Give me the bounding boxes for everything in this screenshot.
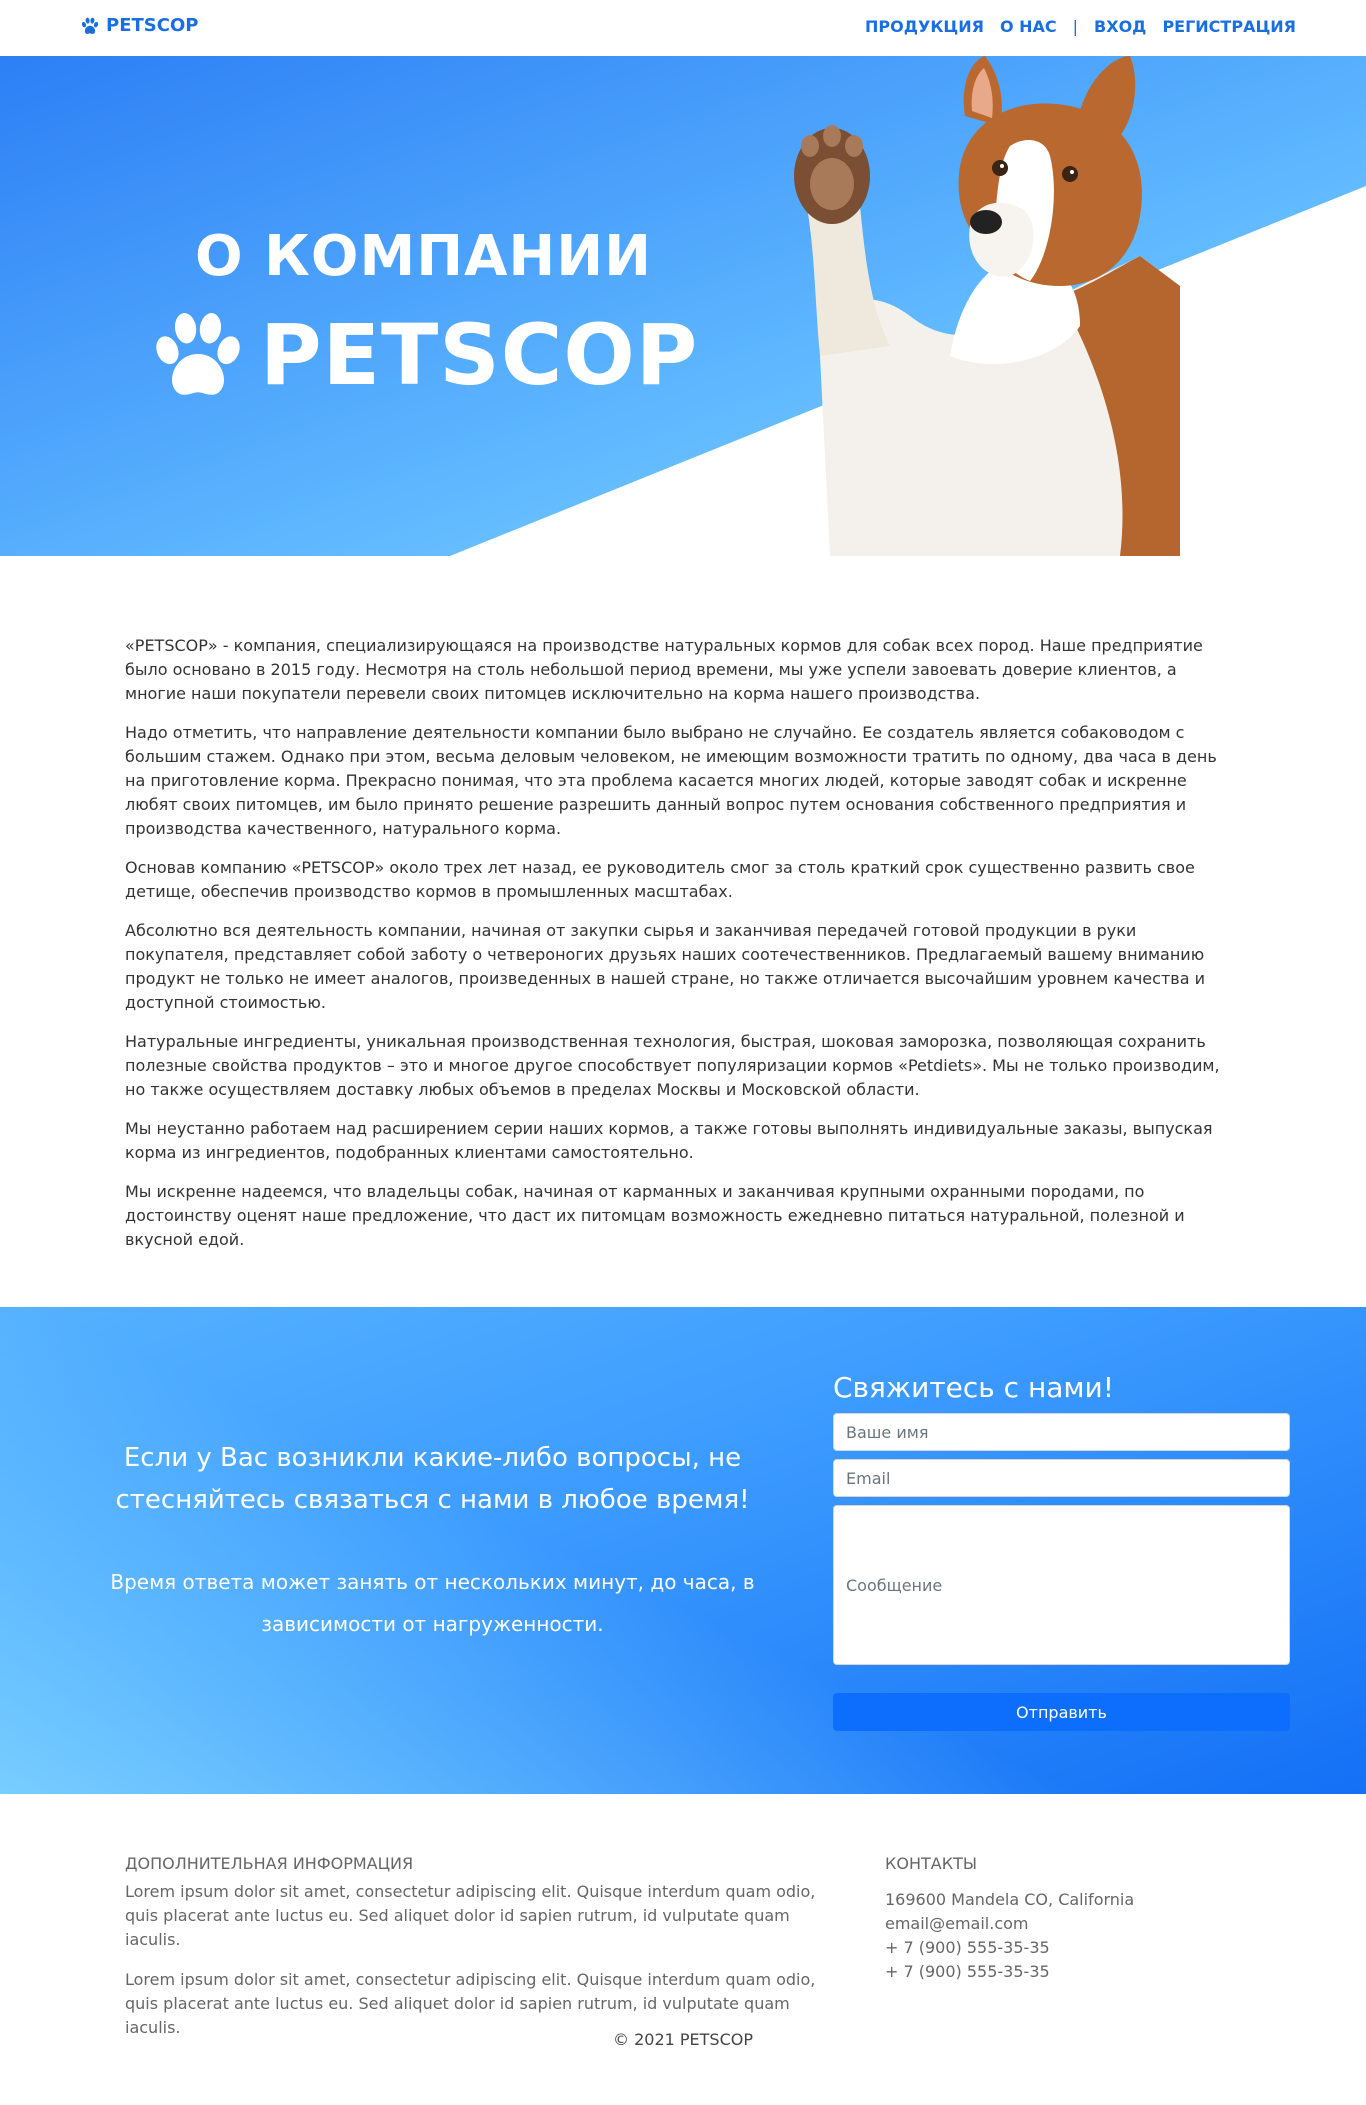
contact-info: Если у Вас возникли какие-либо вопросы, …: [100, 1437, 765, 1645]
contact-address: 169600 Mandela CO, California: [885, 1890, 1135, 1909]
paw-icon: [81, 17, 99, 34]
navbar: PETSCOP ПРОДУКЦИЯ О НАС | ВХОД РЕГИСТРАЦ…: [0, 0, 1366, 56]
brand-name: PETSCOP: [106, 15, 199, 36]
name-input[interactable]: Ваше имя: [833, 1413, 1290, 1451]
brand-logo[interactable]: PETSCOP: [80, 15, 198, 36]
about-paragraph: Надо отметить, что направление деятельно…: [125, 723, 1217, 838]
nav-login[interactable]: ВХОД: [1094, 17, 1146, 36]
about-paragraph: Натуральные ингредиенты, уникальная прои…: [125, 1032, 1220, 1099]
nav-about[interactable]: О НАС: [1000, 17, 1057, 36]
contact-phone[interactable]: + 7 (900) 555-35-35: [885, 1960, 1215, 1984]
submit-button[interactable]: Отправить: [833, 1693, 1290, 1731]
contact-form-title: Свяжитесь с нами!: [833, 1371, 1114, 1404]
copyright: © 2021 PETSCOP: [613, 2030, 753, 2049]
contact-section: Если у Вас возникли какие-либо вопросы, …: [0, 1307, 1366, 1794]
contact-email[interactable]: email@email.com: [885, 1912, 1215, 1936]
paw-icon: [156, 313, 240, 395]
message-textarea[interactable]: Сообщение: [833, 1505, 1290, 1665]
about-paragraph: Мы неустанно работаем над расширением се…: [125, 1119, 1213, 1162]
footer-contacts-heading: КОНТАКТЫ: [885, 1854, 977, 1873]
about-paragraph: Мы искренне надеемся, что владельцы соба…: [125, 1182, 1185, 1249]
name-placeholder: Ваше имя: [846, 1422, 929, 1442]
hero-banner: О КОМПАНИИ PETSCOP: [0, 56, 1366, 556]
nav-products[interactable]: ПРОДУКЦИЯ: [865, 17, 984, 36]
email-placeholder: Email: [846, 1468, 891, 1488]
dog-photo: [794, 56, 1180, 556]
main-nav: ПРОДУКЦИЯ О НАС | ВХОД РЕГИСТРАЦИЯ: [865, 17, 1296, 36]
about-paragraph: Основав компанию «PETSCOP» около трех ле…: [125, 858, 1195, 901]
hero-brand: PETSCOP: [150, 306, 698, 404]
contact-lead: Если у Вас возникли какие-либо вопросы, …: [115, 1443, 750, 1515]
hero-brand-name: PETSCOP: [260, 306, 699, 404]
hero-title: О КОМПАНИИ: [195, 224, 653, 289]
contact-response-time: Время ответа может занять от нескольких …: [110, 1570, 755, 1636]
footer-info-heading: ДОПОЛНИТЕЛЬНАЯ ИНФОРМАЦИЯ: [125, 1854, 414, 1873]
nav-register[interactable]: РЕГИСТРАЦИЯ: [1162, 17, 1296, 36]
footer-info: ДОПОЛНИТЕЛЬНАЯ ИНФОРМАЦИЯ Lorem ipsum do…: [125, 1852, 835, 2056]
footer-info-paragraph: Lorem ipsum dolor sit amet, consectetur …: [125, 1882, 816, 1949]
nav-separator: |: [1072, 17, 1079, 36]
email-input[interactable]: Email: [833, 1459, 1290, 1497]
about-paragraph: «PETSCOP» - компания, специализирующаяся…: [125, 636, 1203, 703]
message-placeholder: Сообщение: [846, 1575, 943, 1595]
footer-contacts: КОНТАКТЫ 169600 Mandela CO, California e…: [885, 1852, 1215, 1984]
about-paragraph: Абсолютно вся деятельность компании, нач…: [125, 921, 1205, 1012]
contact-phone[interactable]: + 7 (900) 555-35-35: [885, 1936, 1215, 1960]
about-text: «PETSCOP» - компания, специализирующаяся…: [125, 634, 1241, 1267]
